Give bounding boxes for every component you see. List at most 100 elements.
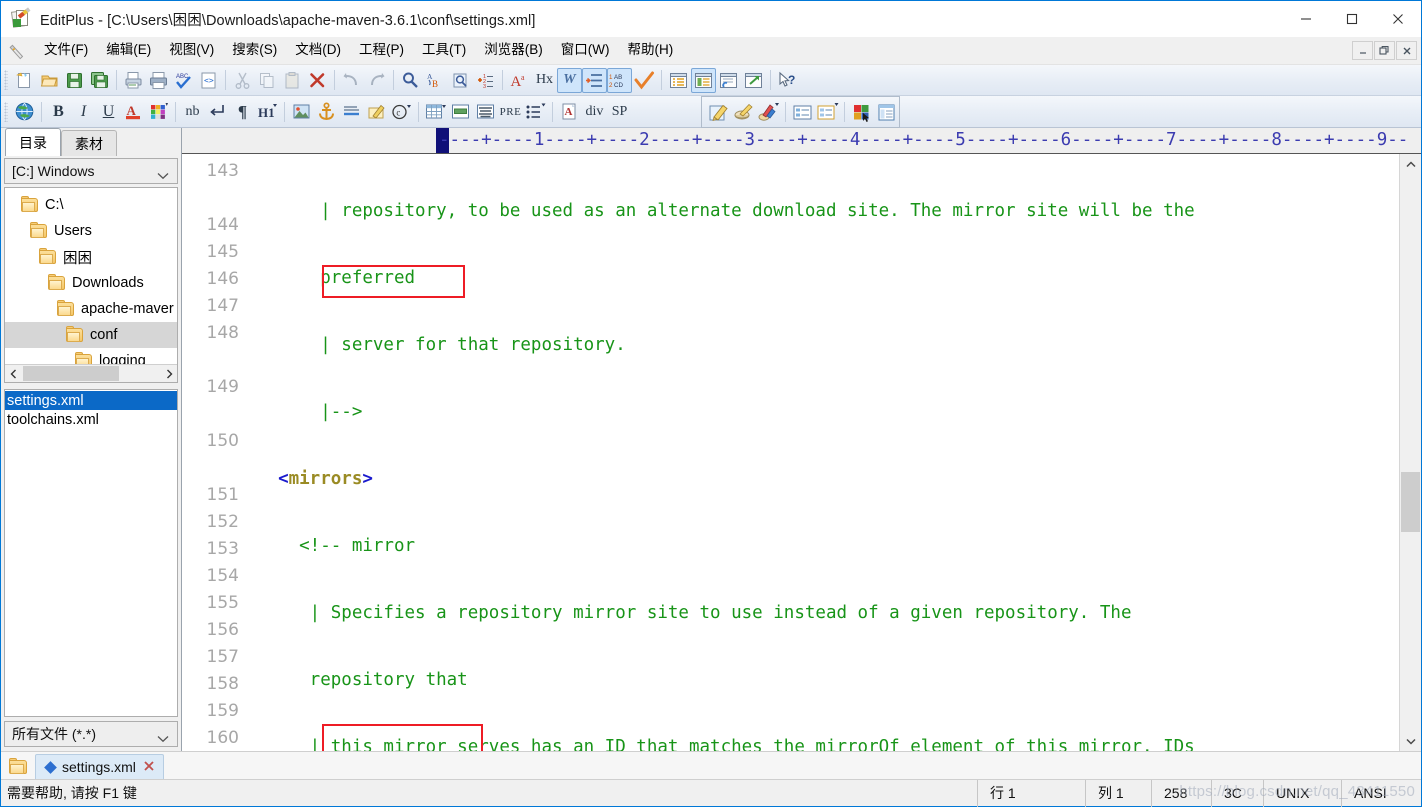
open-file-icon[interactable] xyxy=(37,68,62,93)
folder-icon[interactable] xyxy=(9,758,27,774)
doc-tab-settings-xml[interactable]: settings.xml xyxy=(35,754,164,779)
close-x-icon[interactable] xyxy=(143,760,155,775)
menu-browser[interactable]: 浏览器(B) xyxy=(475,38,552,63)
undo-icon[interactable] xyxy=(339,68,364,93)
tree-item-apache-maven[interactable]: apache-maver xyxy=(5,296,177,322)
scroll-left-icon[interactable] xyxy=(5,365,21,382)
spellcheck-icon[interactable]: ABC xyxy=(171,68,196,93)
tree-scroll-thumb[interactable] xyxy=(23,366,119,381)
menu-document[interactable]: 文档(D) xyxy=(286,38,350,63)
text-format-icon[interactable]: Aa xyxy=(507,68,532,93)
copy-icon[interactable] xyxy=(255,68,280,93)
drive-select[interactable]: [C:] Windows xyxy=(4,158,178,184)
code-text-area[interactable]: | repository, to be used as an alternate… xyxy=(247,154,1399,751)
font-color-icon[interactable]: A xyxy=(121,99,146,124)
dock-tab-directory[interactable]: 目录 xyxy=(5,128,61,156)
help-cursor-icon[interactable]: ? xyxy=(775,68,800,93)
anchor-icon[interactable] xyxy=(314,99,339,124)
paragraph-icon[interactable]: ¶ xyxy=(230,99,255,124)
menu-file[interactable]: 文件(F) xyxy=(35,38,97,63)
menu-project[interactable]: 工程(P) xyxy=(350,38,413,63)
toolbar-grip[interactable] xyxy=(4,70,8,90)
table-row-icon[interactable] xyxy=(448,99,473,124)
scroll-right-icon[interactable] xyxy=(161,365,177,382)
image-icon[interactable] xyxy=(289,99,314,124)
frame-icon[interactable] xyxy=(874,100,899,125)
word-wrap-icon[interactable]: W xyxy=(557,67,582,93)
horizontal-rule-icon[interactable] xyxy=(339,99,364,124)
tree-item-users[interactable]: Users xyxy=(5,218,177,244)
file-item-toolchains-xml[interactable]: toolchains.xml xyxy=(5,410,177,429)
save-icon[interactable] xyxy=(62,68,87,93)
menu-window[interactable]: 窗口(W) xyxy=(552,38,619,63)
italic-icon[interactable]: I xyxy=(71,99,96,124)
copyright-icon[interactable]: c xyxy=(389,99,414,124)
replace-icon[interactable]: AB xyxy=(423,68,448,93)
span-icon[interactable]: SP xyxy=(607,99,632,124)
tree-scroll-track[interactable] xyxy=(21,365,161,382)
edit-note-icon[interactable] xyxy=(364,99,389,124)
save-all-icon[interactable] xyxy=(87,68,112,93)
table-cell-icon[interactable] xyxy=(473,99,498,124)
view-source-icon[interactable]: <> xyxy=(196,68,221,93)
editor-vertical-scrollbar[interactable] xyxy=(1399,154,1421,751)
menu-help[interactable]: 帮助(H) xyxy=(618,38,682,63)
scroll-up-icon[interactable] xyxy=(1400,154,1421,174)
goto-icon[interactable] xyxy=(448,68,473,93)
uppercase-lowercase-icon[interactable]: 1 AB 2 CD xyxy=(607,67,632,93)
document-selector-icon[interactable] xyxy=(691,67,716,93)
menu-edit[interactable]: 编辑(E) xyxy=(97,38,160,63)
check-icon[interactable] xyxy=(632,68,657,93)
paste-icon[interactable] xyxy=(280,68,305,93)
redo-icon[interactable] xyxy=(364,68,389,93)
new-file-icon[interactable] xyxy=(12,68,37,93)
clip-library-icon[interactable] xyxy=(716,68,741,93)
heading-icon[interactable]: H1 xyxy=(255,99,280,124)
mdi-minimize-button[interactable] xyxy=(1352,41,1373,60)
tree-item-user[interactable]: 困困 xyxy=(5,244,177,270)
div-icon[interactable]: div xyxy=(582,99,607,124)
mdi-close-button[interactable] xyxy=(1396,41,1417,60)
line-break-icon[interactable] xyxy=(205,99,230,124)
browser-globe-icon[interactable] xyxy=(12,99,37,124)
delete-icon[interactable] xyxy=(305,68,330,93)
list-icon[interactable] xyxy=(523,99,548,124)
table-icon[interactable] xyxy=(423,99,448,124)
tree-horizontal-scrollbar[interactable] xyxy=(5,364,177,382)
color-palette-icon[interactable] xyxy=(146,99,171,124)
menu-view[interactable]: 视图(V) xyxy=(160,38,223,63)
tree-item-c-root[interactable]: C:\ xyxy=(5,192,177,218)
maximize-button[interactable] xyxy=(1329,1,1375,37)
minimize-button[interactable] xyxy=(1283,1,1329,37)
color-picker-icon[interactable] xyxy=(849,100,874,125)
toolbar-grip[interactable] xyxy=(4,101,8,122)
find-icon[interactable] xyxy=(398,68,423,93)
file-filter-select[interactable]: 所有文件 (*.*) xyxy=(4,721,178,747)
edit-pencil-icon[interactable] xyxy=(706,100,731,125)
cup-pencil-icon[interactable] xyxy=(731,100,756,125)
form-field-icon[interactable] xyxy=(815,100,840,125)
output-window-icon[interactable] xyxy=(741,68,766,93)
print-preview-icon[interactable] xyxy=(121,68,146,93)
bold-icon[interactable]: B xyxy=(46,99,71,124)
mdi-restore-button[interactable] xyxy=(1374,41,1395,60)
indent-icon[interactable] xyxy=(582,67,607,93)
pre-icon[interactable]: PRE xyxy=(498,99,523,124)
line-number-icon[interactable]: 123 xyxy=(473,68,498,93)
tree-item-downloads[interactable]: Downloads xyxy=(5,270,177,296)
tree-item-conf[interactable]: conf xyxy=(5,322,177,348)
form-icon[interactable] xyxy=(790,100,815,125)
editor-scroll-thumb[interactable] xyxy=(1401,472,1420,532)
menu-tools[interactable]: 工具(T) xyxy=(413,38,475,63)
dock-tab-cliptext[interactable]: 素材 xyxy=(61,130,117,156)
nbsp-icon[interactable]: nb xyxy=(180,99,205,124)
paint-icon[interactable] xyxy=(756,100,781,125)
hex-icon[interactable]: Hx xyxy=(532,68,557,93)
scroll-down-icon[interactable] xyxy=(1400,731,1421,751)
menu-search[interactable]: 搜索(S) xyxy=(223,38,286,63)
print-icon[interactable] xyxy=(146,68,171,93)
font-icon[interactable]: A xyxy=(557,99,582,124)
file-item-settings-xml[interactable]: settings.xml xyxy=(5,391,177,410)
close-button[interactable] xyxy=(1375,1,1421,37)
cut-icon[interactable] xyxy=(230,68,255,93)
